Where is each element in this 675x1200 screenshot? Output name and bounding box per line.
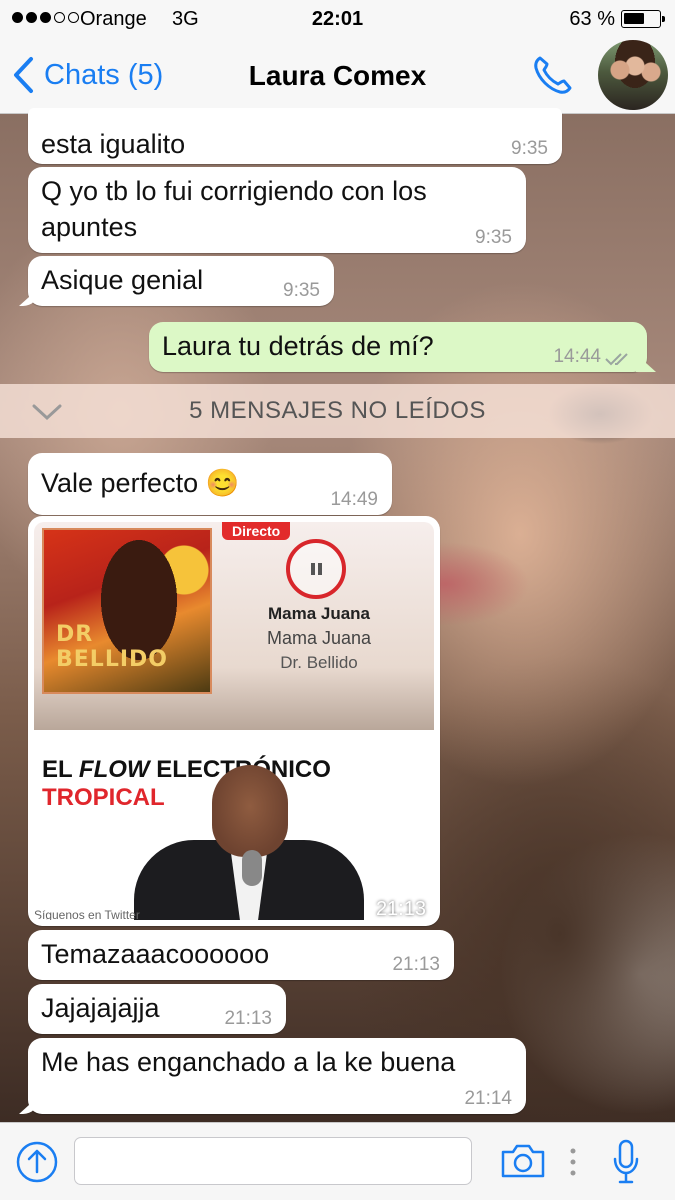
message-text-input[interactable] — [74, 1137, 472, 1185]
chevron-down-icon[interactable] — [32, 403, 62, 421]
song-title: Mama Juana — [267, 604, 371, 623]
message-bubble[interactable]: Q yo tb lo fui corrigiendo con los apunt… — [28, 167, 526, 253]
promo-headline: EL FLOW ELECTRÓNICO — [42, 756, 331, 784]
song-album: Mama Juana — [266, 628, 372, 648]
message-time: 9:35 — [511, 138, 548, 159]
phone-call-button[interactable] — [530, 52, 576, 103]
music-player: DR BELLIDO Directo Mama Juana Mama Juana… — [34, 522, 434, 730]
album-cover-text: DR BELLIDO — [56, 622, 168, 672]
promo-footer: Síguenos en Twitter — [34, 910, 140, 920]
more-vertical-icon — [570, 1148, 576, 1176]
live-badge: Directo — [222, 522, 291, 540]
message-input-bar — [0, 1122, 675, 1200]
singer-head — [212, 765, 288, 857]
phone-icon — [534, 56, 572, 94]
album-cover: DR BELLIDO — [42, 528, 212, 694]
message-text: Temazaaacoooooo — [41, 939, 270, 969]
pause-icon — [286, 539, 346, 599]
message-text: Vale perfecto 😊 — [41, 468, 240, 498]
message-text-line1: Q yo tb lo fui corrigiendo con los — [41, 176, 427, 206]
message-bubble[interactable]: esta igualito 9:35 — [28, 108, 562, 164]
unread-messages-banner: 5 MENSAJES NO LEÍDOS — [0, 384, 675, 438]
message-text: Me has enganchado a la ke buena — [41, 1047, 456, 1077]
message-bubble[interactable]: Jajajajajja 21:13 — [28, 984, 286, 1034]
microphone-icon — [613, 1139, 639, 1184]
battery-icon — [621, 10, 665, 28]
message-text: Asique genial — [41, 265, 204, 295]
voice-note-button[interactable] — [612, 1139, 640, 1190]
music-screenshot-image[interactable]: DR BELLIDO Directo Mama Juana Mama Juana… — [34, 522, 434, 920]
message-text: esta igualito — [41, 129, 186, 159]
camera-icon — [501, 1144, 545, 1178]
message-bubble[interactable]: Temazaaacoooooo 21:13 — [28, 930, 454, 980]
attach-button[interactable] — [16, 1141, 58, 1188]
message-bubble[interactable]: Me has enganchado a la ke buena 21:14 — [28, 1038, 526, 1114]
message-bubble[interactable]: Vale perfecto 😊 14:49 — [28, 453, 392, 515]
battery-percentage: 63 % — [569, 8, 615, 30]
chevron-left-icon — [14, 57, 33, 93]
image-message[interactable]: DR BELLIDO Directo Mama Juana Mama Juana… — [28, 516, 440, 926]
message-bubble-outgoing[interactable]: Laura tu detrás de mí? 14:44 — [149, 322, 647, 372]
message-time: 14:44 — [553, 346, 601, 367]
back-button-label: Chats (5) — [44, 58, 164, 91]
promo-word-el: EL — [42, 756, 79, 783]
chat-header: Chats (5) Laura Comex — [0, 38, 675, 114]
message-time: 21:13 — [392, 954, 440, 975]
song-artist: Dr. Bellido — [280, 653, 358, 672]
promo-word-flow: FLOW — [78, 756, 150, 783]
upload-arrow-icon — [16, 1141, 58, 1183]
more-options-button[interactable] — [568, 1145, 578, 1184]
promo-subheadline: TROPICAL — [42, 784, 165, 811]
message-time: 21:14 — [464, 1088, 512, 1109]
battery-level — [624, 13, 645, 24]
message-text-line2: apuntes — [41, 212, 138, 242]
message-time: 14:49 — [330, 489, 378, 510]
microphone-prop — [242, 850, 262, 886]
message-time: 21:13 — [224, 1008, 272, 1029]
status-bar: Orange 3G 22:01 63 % — [0, 0, 675, 38]
camera-button[interactable] — [500, 1143, 546, 1184]
promo-banner: EL FLOW ELECTRÓNICO TROPICAL Síguenos en… — [34, 730, 434, 920]
message-time: 21:13 — [375, 898, 426, 920]
double-check-icon — [605, 353, 628, 366]
contact-avatar[interactable] — [598, 40, 668, 110]
message-time: 9:35 — [475, 227, 512, 248]
message-time: 9:35 — [283, 280, 320, 301]
unread-banner-text: 5 MENSAJES NO LEÍDOS — [189, 397, 486, 424]
message-bubble[interactable]: Asique genial 9:35 — [28, 256, 334, 306]
back-to-chats-button[interactable]: Chats (5) — [12, 56, 163, 94]
